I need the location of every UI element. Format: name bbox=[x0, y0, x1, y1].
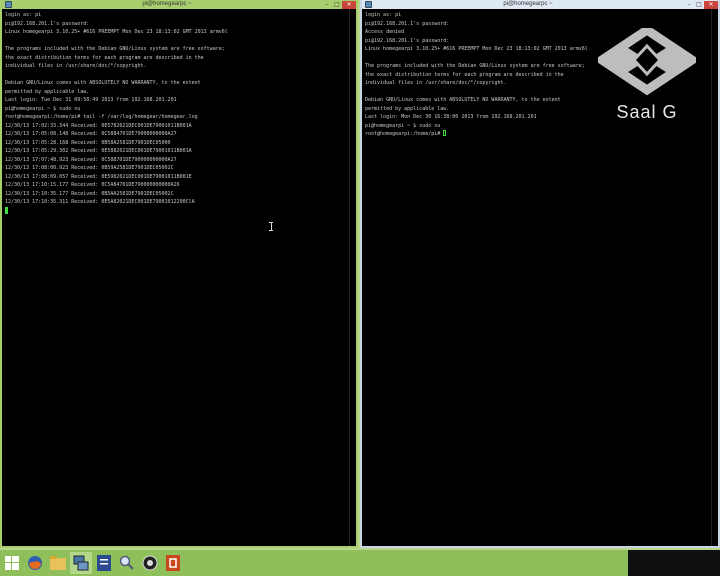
terminal-line: pi@192.168.201.1's password: bbox=[5, 20, 90, 27]
maximize-button[interactable]: □ bbox=[694, 1, 704, 9]
mouse-ibeam-cursor bbox=[269, 222, 273, 231]
powerpoint-icon[interactable] bbox=[162, 552, 184, 574]
search-tool-icon[interactable] bbox=[116, 552, 138, 574]
terminal-line: 12/30/13 17:08:09.057 Received: 0E598202… bbox=[5, 173, 192, 180]
left-scrollbar[interactable] bbox=[349, 9, 356, 546]
terminal-line: root@homegearpi:/home/pi# tail -f /var/l… bbox=[5, 114, 198, 120]
maximize-button[interactable]: □ bbox=[332, 1, 342, 9]
terminal-line: the exact distribution terms for each pr… bbox=[5, 54, 204, 61]
terminal-line: 12/30/13 17:08:00.923 Received: 0B59A258… bbox=[5, 165, 174, 171]
windows-start-icon[interactable] bbox=[1, 552, 23, 574]
terminal-line: pi@homegearpi ~ $ sudo su bbox=[5, 105, 81, 112]
terminal-line: Last login: Tue Dec 31 09:58:49 2013 fro… bbox=[5, 97, 177, 103]
left-terminal-window[interactable]: pi@homegearpc ~ – □ ✕ login as: pi pi@192… bbox=[0, 0, 358, 548]
right-window-title: pi@homegearpc ~ bbox=[503, 1, 553, 7]
putty-window-icon[interactable] bbox=[5, 1, 12, 8]
terminal-line: 12/30/13 17:10:35.311 Received: 0E5A8202… bbox=[5, 199, 195, 205]
minimize-button[interactable]: – bbox=[684, 1, 694, 9]
terminal-line: pi@192.168.201.1's password: bbox=[365, 20, 450, 27]
system-tray[interactable] bbox=[628, 550, 720, 576]
terminal-line: The programs included with the Debian GN… bbox=[5, 46, 225, 52]
left-window-title: pi@homegearpc ~ bbox=[142, 1, 192, 7]
left-terminal-output[interactable]: login as: pi pi@192.168.201.1's password:… bbox=[5, 11, 348, 216]
terminal-prompt-line bbox=[5, 206, 348, 217]
terminal-cursor bbox=[443, 130, 447, 136]
terminal-line: 12/30/13 17:02:33.344 Received: 0E578202… bbox=[5, 122, 192, 129]
word-icon[interactable] bbox=[93, 552, 115, 574]
terminal-line: Linux homegearpi 3.10.25+ #616 PREEMPT M… bbox=[5, 29, 228, 35]
close-button[interactable]: ✕ bbox=[704, 0, 718, 9]
firefox-icon[interactable] bbox=[24, 552, 46, 574]
terminal-line: 12/30/13 17:05:08.148 Received: 0C588470… bbox=[5, 131, 177, 137]
close-button[interactable]: ✕ bbox=[342, 0, 356, 9]
terminal-line: Debian GNU/Linux comes with ABSOLUTELY N… bbox=[5, 80, 201, 86]
terminal-line: login as: pi bbox=[5, 12, 42, 18]
minimize-button[interactable]: – bbox=[322, 1, 332, 9]
terminal-line: 12/30/13 17:05:29.302 Received: 0E588202… bbox=[5, 148, 192, 154]
terminal-prompt-line: root@homegearpi:/home/pi# bbox=[365, 130, 710, 139]
right-window-titlebar[interactable]: pi@homegearpc ~ – □ ✕ bbox=[362, 0, 718, 9]
left-window-titlebar[interactable]: pi@homegearpc ~ – □ ✕ bbox=[2, 0, 356, 9]
terminal-line: 12/30/13 17:10:15.177 Received: 0C5A8470… bbox=[5, 182, 180, 188]
terminal-line: login as: pi bbox=[365, 12, 402, 18]
terminal-line: 12/30/13 17:10:35.177 Received: 0B5AA258… bbox=[5, 190, 174, 197]
right-scrollbar[interactable] bbox=[711, 9, 718, 546]
terminal-prompt: root@homegearpi:/home/pi# bbox=[365, 131, 444, 137]
watermark-text: Saal G bbox=[616, 102, 678, 122]
taskbar bbox=[0, 550, 720, 576]
file-explorer-icon[interactable] bbox=[47, 552, 69, 574]
terminal-line: 12/30/13 17:07:48.923 Received: 0C588701… bbox=[5, 156, 177, 163]
putty-icon[interactable] bbox=[70, 552, 92, 574]
app-icon[interactable] bbox=[139, 552, 161, 574]
terminal-line: individual files in /usr/share/doc/*/cop… bbox=[5, 63, 147, 69]
terminal-cursor bbox=[5, 206, 8, 214]
putty-window-icon[interactable] bbox=[365, 1, 372, 8]
terminal-line: 12/30/13 17:05:28.168 Received: 0B58A258… bbox=[5, 139, 171, 146]
terminal-line: permitted by applicable law. bbox=[5, 88, 90, 95]
